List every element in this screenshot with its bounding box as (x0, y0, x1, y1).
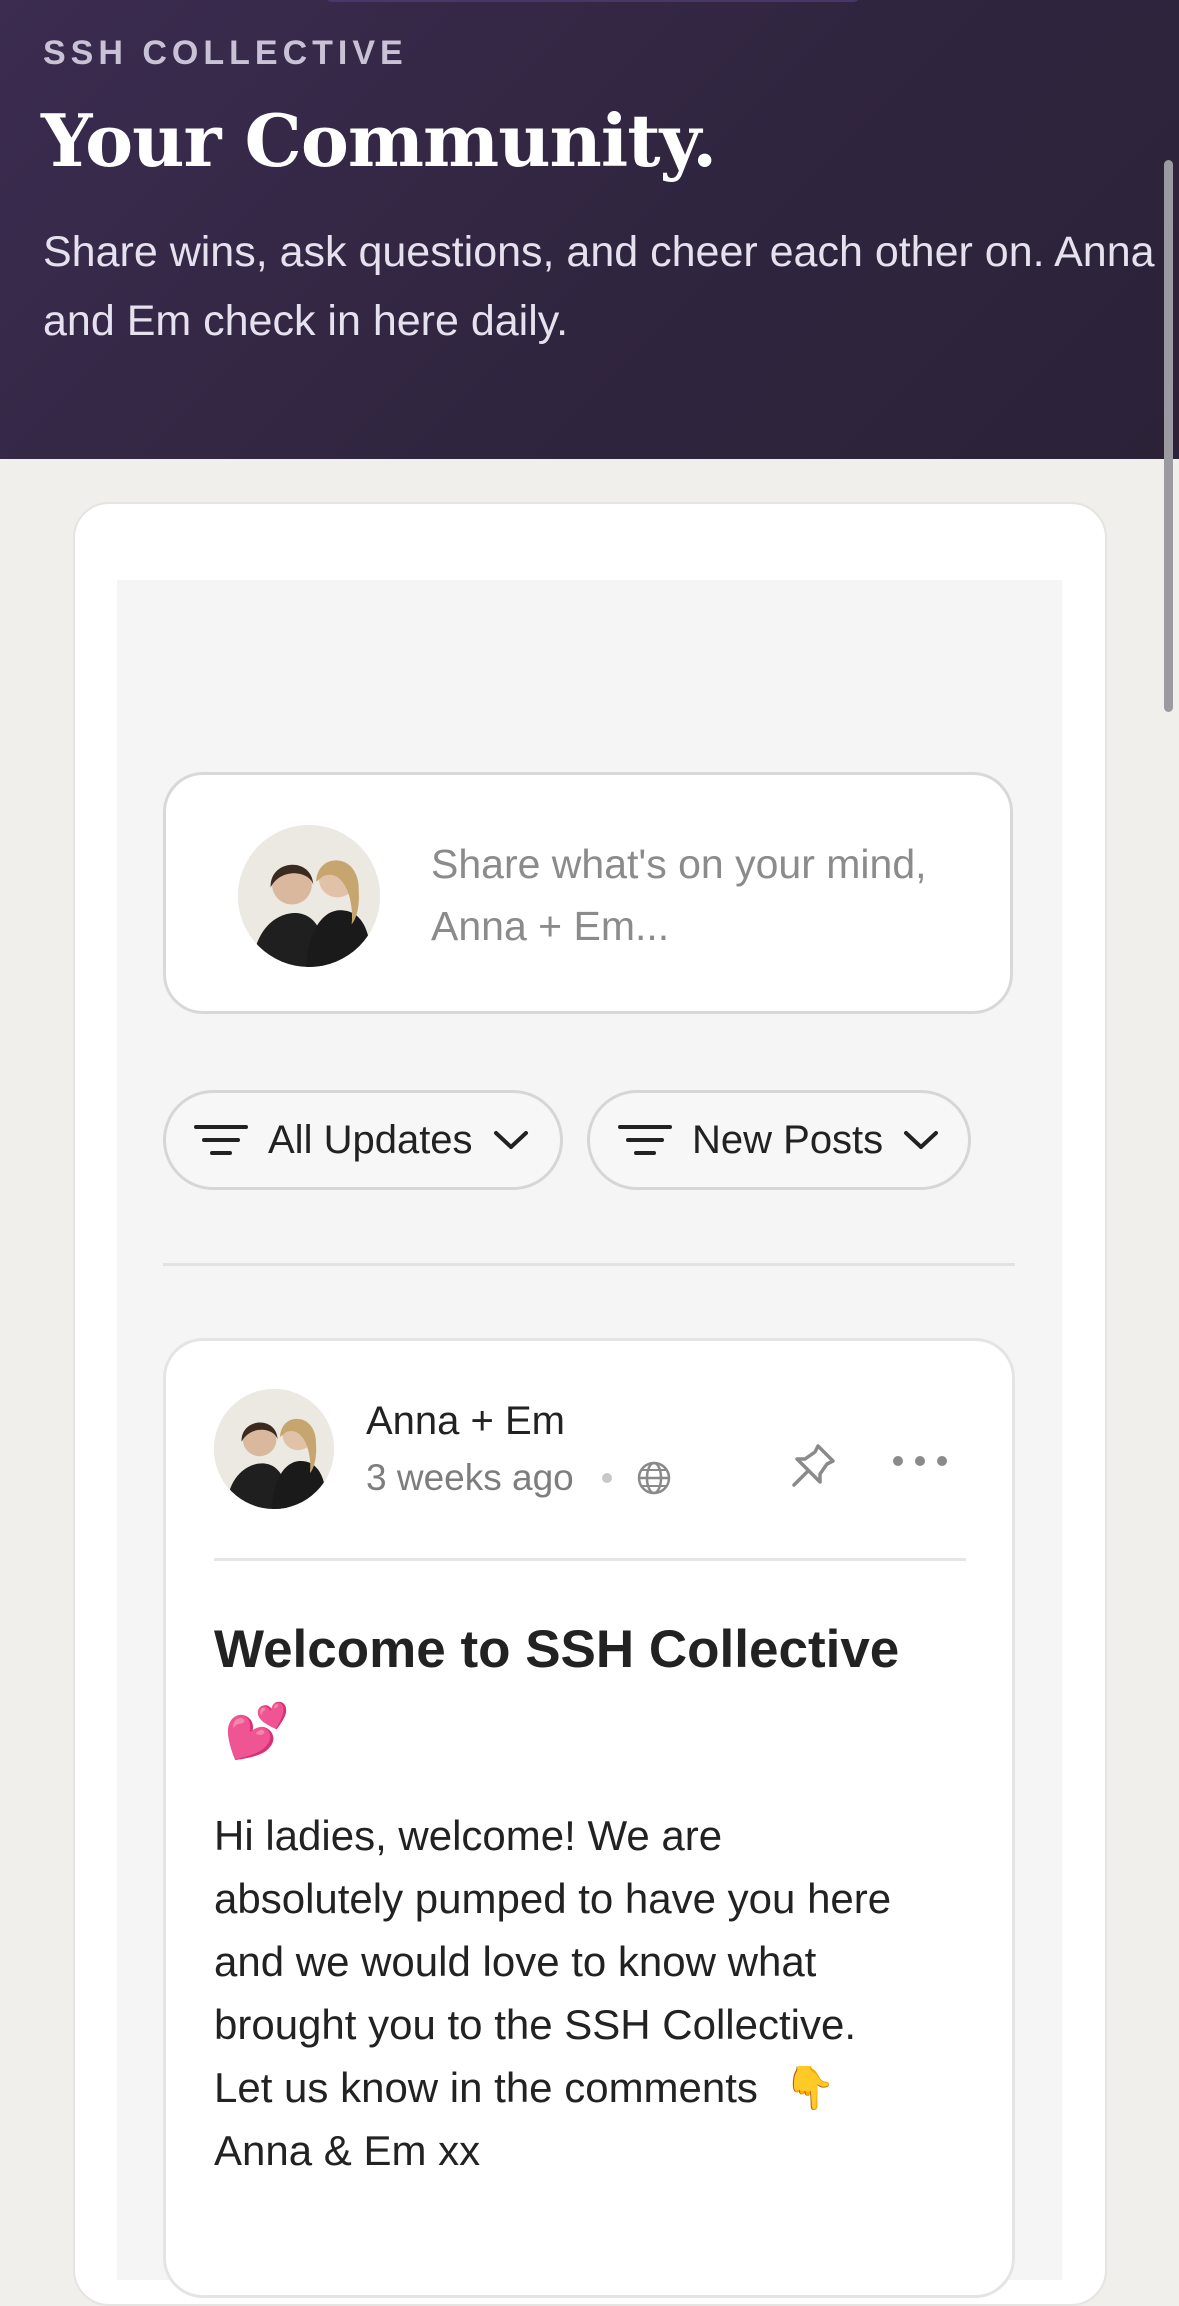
avatar[interactable] (214, 1389, 334, 1509)
chevron-down-icon (493, 1131, 528, 1149)
post-timestamp[interactable]: 3 weeks ago (366, 1457, 574, 1499)
filter-new-posts[interactable]: New Posts (587, 1090, 971, 1190)
filter-new-posts-label: New Posts (692, 1117, 884, 1162)
post-meta: 3 weeks ago (366, 1457, 672, 1499)
heart-emoji-icon: 💕 (224, 1701, 290, 1762)
avatar-photo (214, 1389, 334, 1509)
filter-all-updates[interactable]: All Updates (163, 1090, 563, 1190)
chevron-down-icon (904, 1131, 939, 1149)
filter-lines-icon (618, 1125, 672, 1155)
filter-lines-icon (194, 1125, 248, 1155)
pin-icon[interactable] (787, 1440, 839, 1492)
post-composer[interactable]: Share what's on your mind, Anna + Em... (163, 772, 1013, 1014)
globe-icon (637, 1461, 670, 1495)
hero-subtitle: Share wins, ask questions, and cheer eac… (43, 228, 1155, 345)
pointing-down-emoji-icon: 👇 (783, 2063, 836, 2112)
hero-top-pill (325, 0, 860, 2)
post-author[interactable]: Anna + Em (366, 1399, 565, 1444)
post-body: Hi ladies, welcome! We are absolutely pu… (214, 1804, 914, 2182)
meta-separator (601, 1473, 612, 1483)
community-hero: SSH COLLECTIVE Your Community. Share win… (0, 0, 1179, 459)
post-title-text: Welcome to SSH Collective (214, 1620, 900, 1679)
page-title: Your Community. (41, 98, 717, 183)
feed-divider (163, 1263, 1015, 1266)
avatar-photo (238, 825, 380, 967)
post-card[interactable]: Anna + Em 3 weeks ago Welcome to SSH Col… (163, 1338, 1015, 2298)
post-signoff: Anna & Em xx (214, 2127, 481, 2174)
page-scrollbar[interactable] (1164, 160, 1173, 712)
filter-all-updates-label: All Updates (268, 1117, 473, 1162)
composer-placeholder[interactable]: Share what's on your mind, Anna + Em... (431, 833, 991, 957)
hero-eyebrow: SSH COLLECTIVE (43, 34, 408, 72)
post-divider (214, 1558, 966, 1561)
post-title[interactable]: Welcome to SSH Collective 💕 (214, 1609, 914, 1773)
more-options-icon[interactable] (892, 1451, 948, 1471)
avatar (238, 825, 380, 967)
